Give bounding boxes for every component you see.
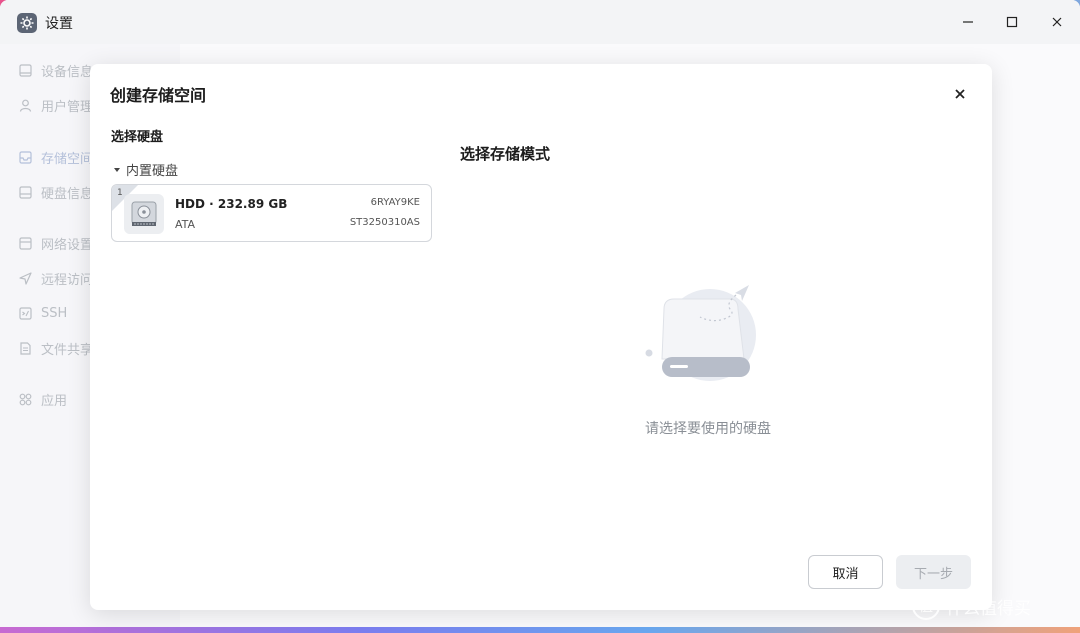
create-storage-dialog: 创建存储空间 选择硬盘 内置硬盘 1 HDD · 232.89 GB ATA 6… xyxy=(90,64,992,610)
disk-name: HDD · 232.89 GB xyxy=(175,197,288,211)
close-icon xyxy=(955,89,965,99)
caret-down-icon xyxy=(114,167,120,172)
window-title: 设置 xyxy=(45,16,73,32)
disk-type: ATA xyxy=(175,218,196,231)
dialog-close-button[interactable] xyxy=(952,86,968,102)
dialog-title: 创建存储空间 xyxy=(110,86,207,105)
maximize-icon xyxy=(1006,16,1018,28)
watermark: 值 什么值得买 xyxy=(912,592,1031,620)
select-disk-title: 选择硬盘 xyxy=(111,130,164,145)
title-bar: 设置 xyxy=(0,0,1080,44)
storage-mode-title: 选择存储模式 xyxy=(460,145,551,163)
gear-icon xyxy=(17,13,37,33)
hdd-icon xyxy=(124,194,164,234)
close-icon xyxy=(1052,17,1062,27)
minimize-button[interactable] xyxy=(958,12,978,32)
disk-card[interactable]: 1 HDD · 232.89 GB ATA 6RYAY9KE ST3250310… xyxy=(111,184,432,242)
next-button[interactable]: 下一步 xyxy=(896,555,971,589)
disk-serial: 6RYAY9KE xyxy=(370,197,420,208)
disk-group-label: 内置硬盘 xyxy=(126,164,179,179)
disk-group-toggle[interactable]: 内置硬盘 xyxy=(114,160,178,179)
close-window-button[interactable] xyxy=(1047,12,1067,32)
watermark-logo: 值 xyxy=(912,592,940,620)
empty-state-text: 请选择要使用的硬盘 xyxy=(645,421,771,437)
minimize-icon xyxy=(963,21,973,23)
empty-disk-illustration xyxy=(638,279,768,389)
watermark-text: 什么值得买 xyxy=(946,598,1031,619)
disk-model: ST3250310AS xyxy=(349,217,420,228)
cancel-button[interactable]: 取消 xyxy=(808,555,883,589)
disk-index: 1 xyxy=(117,188,123,198)
maximize-button[interactable] xyxy=(1002,12,1022,32)
